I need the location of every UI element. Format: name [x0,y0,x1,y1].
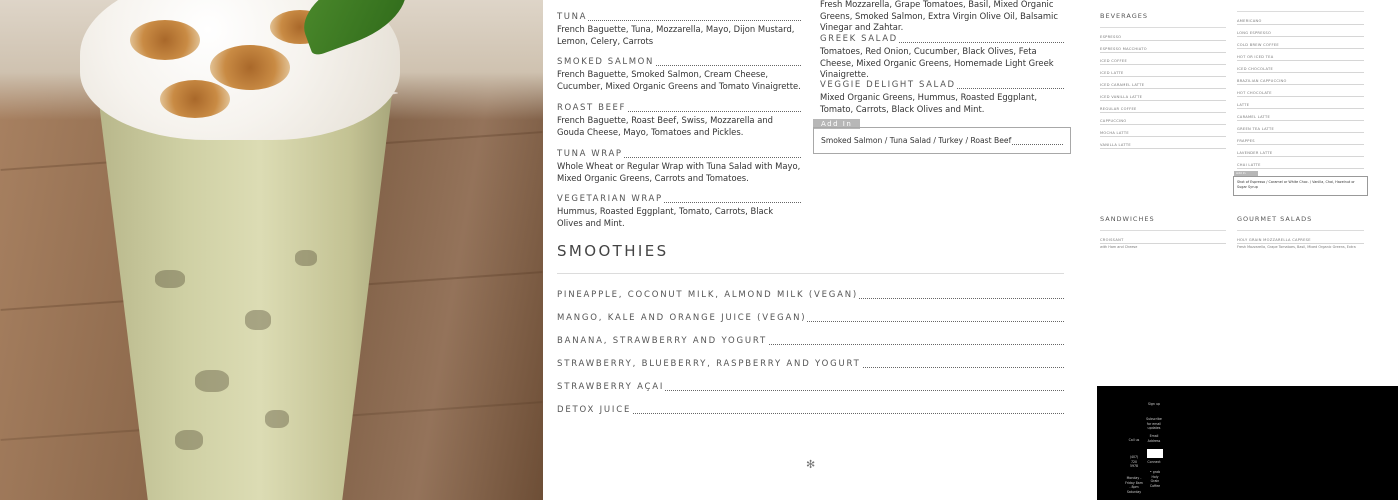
thumbnail-menu-row: Latte [1237,101,1364,110]
smoothie-item: Strawberry Açaí [557,382,1064,393]
smoothie-item: Pineapple, Coconut Milk, Almond Milk (Ve… [557,290,1064,301]
menu-item-description: Mixed Organic Greens, Hummus, Roasted Eg… [820,92,1038,114]
menu-item-title: Tuna Wrap [557,149,801,160]
toasted-marshmallow [130,20,200,60]
decorative-star-icon: ✻ [806,458,816,471]
thumbnail-divider [1237,11,1364,12]
ice-cube [175,430,203,450]
toasted-marshmallow [210,45,290,90]
smoothies-heading: Smoothies [557,242,669,260]
smoothie-title: Detox Juice [557,405,1064,416]
thumbnail-menu-row: Holy Grain Mozzarella Caprese [1237,236,1364,245]
thumbnail-menu-row: Iced Caramel Latte [1100,81,1226,90]
iced-matcha-photo [0,0,543,500]
menu-item-title: Roast Beef [557,103,801,114]
thumbnail-beverages-heading: Beverages [1100,12,1148,20]
menu-item-description: French Baguette, Tuna, Mozzarella, Mayo,… [557,24,795,46]
thumbnail-menu-row: Espresso [1100,33,1226,42]
smoothie-item: Mango, Kale and Orange Juice (Vegan) [557,313,1064,324]
ice-cube [155,270,185,288]
smoothie-title: Strawberry, Blueberry, Raspberry and Yog… [557,359,1064,370]
thumbnail-add-in-box: Shot of Espresso / Caramel or White Choc… [1233,176,1368,196]
thumbnail-menu-row: Chai Latte [1237,161,1364,170]
ice-cube [245,310,271,330]
thumbnail-menu-row: Americano [1237,17,1364,26]
menu-item-caprese: Fresh Mozzarella, Grape Tomatoes, Basil,… [820,0,1064,34]
toasted-marshmallow [160,80,230,118]
menu-item-tuna-wrap: Tuna Wrap Whole Wheat or Regular Wrap wi… [557,149,801,184]
footer-phone: (407) 720 5978 [1129,455,1139,469]
smoothie-title: Mango, Kale and Orange Juice (Vegan) [557,313,1064,324]
add-in-box: Smoked Salmon / Tuna Salad / Turkey / Ro… [813,127,1071,154]
menu-item-title: Smoked Salmon [557,57,801,68]
menu-item-description: Fresh Mozzarella, Grape Tomatoes, Basil,… [820,0,1058,32]
thumbnail-divider [1100,27,1226,28]
menu-item-greek-salad: Greek Salad Tomatoes, Red Onion, Cucumbe… [820,34,1064,81]
smoothie-item: Banana, Strawberry and Yogurt [557,336,1064,347]
add-in-items: Smoked Salmon / Tuna Salad / Turkey / Ro… [821,136,1063,147]
thumbnail-menu-row: Caramel Latte [1237,113,1364,122]
thumbnail-menu-row: Vanilla Latte [1100,141,1226,150]
footer-hours: Monday - Friday 8am - 8pm Saturday [1125,476,1143,494]
ice-cube [195,370,229,392]
footer-social-text: • grab Holy Grain Coffee [1149,470,1161,488]
section-divider [557,273,1064,274]
menu-item-description: French Baguette, Smoked Salmon, Cream Ch… [557,69,801,91]
menu-item-description: Whole Wheat or Regular Wrap with Tuna Sa… [557,161,801,183]
thumbnail-menu-row: Espresso Macchiato [1100,45,1226,54]
menu-item-description: French Baguette, Roast Beef, Swiss, Mozz… [557,115,773,137]
thumbnail-salads-heading: Gourmet Salads [1237,215,1313,223]
footer-sign-up-heading: Sign up [1147,402,1160,406]
thumbnail-sandwiches-heading: Sandwiches [1100,215,1155,223]
menu-item-description: Tomatoes, Red Onion, Cucumber, Black Oli… [820,46,1054,79]
smoothie-title: Banana, Strawberry and Yogurt [557,336,1064,347]
footer-email-input[interactable] [1147,449,1163,458]
thumbnail-menu-row: Cappuccino [1100,117,1226,126]
thumbnail-menu-row: Brazilian Cappuccino [1237,77,1364,86]
thumbnail-menu-row: Cold Brew Coffee [1237,41,1364,50]
footer-email-label: Email Address [1147,434,1161,443]
thumbnail-menu-row: Iced Chocolate [1237,65,1364,74]
footer-connect-button[interactable]: Connect [1144,460,1164,465]
thumbnail-menu-row: Iced Latte [1100,69,1226,78]
menu-item-title: Greek Salad [820,34,1064,45]
smoothie-title: Pineapple, Coconut Milk, Almond Milk (Ve… [557,290,1064,301]
footer-call-us-heading: Call us [1128,438,1140,442]
menu-item-tuna: Tuna French Baguette, Tuna, Mozzarella, … [557,12,801,47]
menu-item-title: Tuna [557,12,801,23]
footer-subscribe-text: Subscribe for email updates [1146,417,1162,431]
menu-item-title: Veggie Delight Salad [820,80,1064,91]
smoothie-title: Strawberry Açaí [557,382,1064,393]
thumbnail-menu-row: Green Tea Latte [1237,125,1364,134]
thumbnail-menu-row: Regular Coffee [1100,105,1226,114]
thumbnail-menu-row: Mocha Latte [1100,129,1226,138]
thumbnail-menu-row: Iced Vanilla Latte [1100,93,1226,102]
thumbnail-menu-row: Iced Coffee [1100,57,1226,66]
menu-item-description: Hummus, Roasted Eggplant, Tomato, Carrot… [557,206,774,228]
menu-item-vegetarian-wrap: Vegetarian Wrap Hummus, Roasted Eggplant… [557,194,801,229]
menu-item-smoked-salmon: Smoked Salmon French Baguette, Smoked Sa… [557,57,801,92]
thumbnail-menu-row: Croissant [1100,236,1226,245]
ice-cube [295,250,317,266]
menu-item-veggie-delight-salad: Veggie Delight Salad Mixed Organic Green… [820,80,1064,115]
thumbnail-menu-row: Frappes [1237,137,1364,146]
menu-item-roast-beef: Roast Beef French Baguette, Roast Beef, … [557,103,801,138]
thumbnail-menu-description: with Ham and Cheese [1100,245,1138,249]
ice-cube [265,410,289,428]
thumbnail-menu-row: Hot Chocolate [1237,89,1364,98]
thumbnail-menu-description: Fresh Mozzarella, Grape Tomatoes, Basil,… [1237,245,1356,249]
thumbnail-divider [1100,230,1226,231]
thumbnail-divider [1237,230,1364,231]
thumbnail-menu-row: Long Espresso [1237,29,1364,38]
thumbnail-menu-row: Hot or Iced Tea [1237,53,1364,62]
smoothie-item: Detox Juice [557,405,1064,416]
menu-item-title: Vegetarian Wrap [557,194,801,205]
smoothie-item: Strawberry, Blueberry, Raspberry and Yog… [557,359,1064,370]
thumbnail-menu-row: Lavender Latte [1237,149,1364,158]
